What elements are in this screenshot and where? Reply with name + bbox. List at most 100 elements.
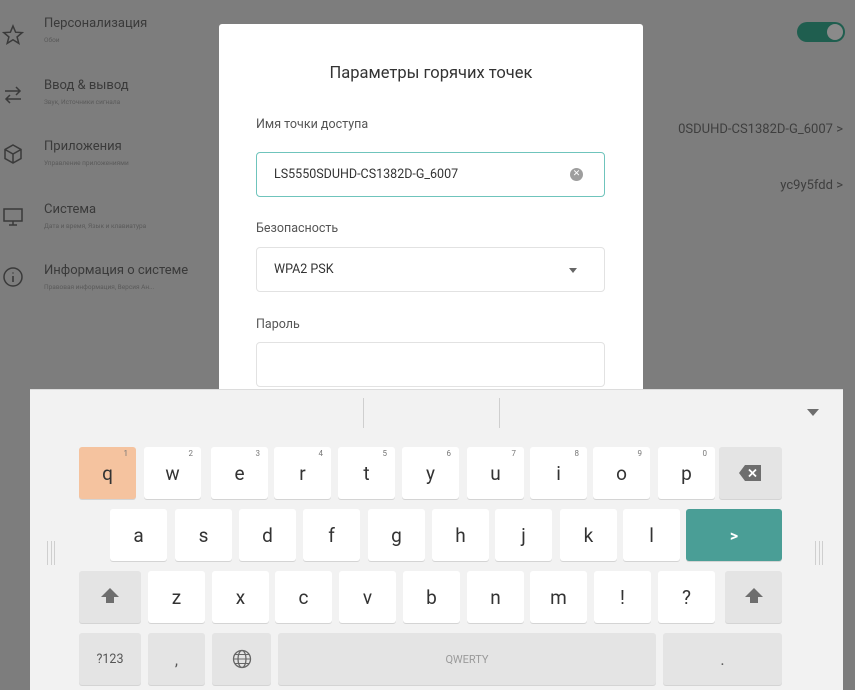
period-key[interactable]: . [663, 633, 782, 685]
key-n[interactable]: n [467, 571, 524, 623]
dialog-title: Параметры горячих точек [329, 64, 533, 83]
hotspot-settings-dialog: Параметры горячих точек Имя точки доступ… [219, 24, 643, 390]
swap-arrows-icon [4, 86, 22, 104]
sidebar-item-system-info[interactable]: Информация о системе Правовая информация… [0, 263, 215, 323]
key-label: r [299, 462, 306, 485]
sidebar-item-title: Персонализация [44, 16, 148, 31]
clear-icon[interactable]: ✕ [570, 168, 583, 181]
suggestion-divider [363, 398, 364, 428]
info-icon [3, 267, 23, 287]
ssid-value: LS5550SDUHD-CS1382D-G_6007 [274, 167, 459, 182]
key-exclamation[interactable]: ! [594, 571, 651, 623]
key-c[interactable]: c [275, 571, 332, 623]
key-w[interactable]: w2 [144, 447, 201, 499]
sidebar-item-subtitle: Обои [44, 36, 60, 44]
key-f[interactable]: f [303, 509, 360, 561]
hotspot-password-row[interactable]: yc9y5fdd > [780, 178, 843, 193]
key-j[interactable]: j [495, 509, 552, 561]
key-i[interactable]: i8 [530, 447, 587, 499]
sidebar-item-title: Информация о системе [44, 263, 189, 278]
key-hint: 6 [446, 449, 452, 458]
key-l[interactable]: l [623, 509, 680, 561]
key-q[interactable]: q1 [79, 447, 136, 499]
key-label: i [556, 462, 561, 485]
key-label: p [681, 462, 692, 485]
key-hint: 1 [123, 449, 129, 458]
key-a[interactable]: a [110, 509, 167, 561]
key-label: u [490, 462, 501, 485]
key-label: w [165, 462, 180, 485]
key-label: q [102, 462, 113, 485]
sidebar-item-subtitle: Звук, Источники сигнала [44, 98, 121, 106]
comma-key[interactable]: , [148, 633, 205, 685]
sidebar-item-title: Приложения [44, 139, 122, 154]
apps-cube-icon [4, 144, 22, 164]
language-key[interactable] [212, 633, 271, 685]
toggle-knob [827, 24, 843, 40]
sidebar-item-personalization[interactable]: Персонализация Обои [0, 16, 215, 76]
key-o[interactable]: o9 [593, 447, 650, 499]
key-hint: 2 [188, 449, 194, 458]
key-m[interactable]: m [530, 571, 587, 623]
key-p[interactable]: p0 [658, 447, 715, 499]
security-dropdown[interactable]: WPA2 PSK [256, 247, 605, 292]
keyboard-left-handle[interactable] [47, 541, 55, 565]
sidebar-item-input-output[interactable]: Ввод & вывод Звук, Источники сигнала [0, 78, 215, 138]
key-d[interactable]: d [239, 509, 296, 561]
symbols-key[interactable]: ?123 [79, 633, 141, 685]
security-label: Безопасность [256, 221, 339, 236]
key-hint: 0 [702, 449, 708, 458]
on-screen-keyboard: q1w2e3r4t5y6u7i8o9p0 asdfghjkl > zxcvbnm… [30, 389, 843, 690]
ssid-label: Имя точки доступа [256, 117, 369, 132]
password-label: Пароль [256, 317, 300, 332]
key-hint: 5 [382, 449, 388, 458]
key-u[interactable]: u7 [467, 447, 524, 499]
key-h[interactable]: h [432, 509, 489, 561]
hotspot-name-row[interactable]: 0SDUHD-CS1382D-G_6007 > [678, 122, 843, 137]
monitor-icon [3, 208, 23, 226]
key-label: e [234, 462, 245, 485]
key-hint: 8 [574, 449, 580, 458]
key-k[interactable]: k [560, 509, 617, 561]
key-hint: 3 [255, 449, 261, 458]
key-label: y [426, 462, 435, 485]
key-x[interactable]: x [212, 571, 269, 623]
sidebar-item-subtitle: Дата и время, Язык и клавиатура [44, 222, 147, 230]
key-g[interactable]: g [368, 509, 425, 561]
ssid-input[interactable]: LS5550SDUHD-CS1382D-G_6007 ✕ [256, 152, 605, 197]
shift-key-right[interactable] [725, 571, 782, 623]
sidebar-item-subtitle: Правовая информация, Версия Ан... [44, 283, 155, 291]
shift-icon [744, 588, 763, 603]
key-y[interactable]: y6 [402, 447, 459, 499]
sidebar-item-system[interactable]: Система Дата и время, Язык и клавиатура [0, 202, 215, 262]
star-icon [2, 24, 24, 46]
key-e[interactable]: e3 [211, 447, 268, 499]
hotspot-toggle[interactable] [797, 22, 845, 42]
hide-keyboard-icon[interactable] [807, 409, 819, 416]
password-input[interactable] [256, 342, 605, 387]
space-key[interactable]: QWERTY [278, 633, 656, 685]
key-v[interactable]: v [339, 571, 396, 623]
enter-key[interactable]: > [686, 509, 782, 561]
shift-key-left[interactable] [79, 571, 141, 623]
keyboard-right-handle[interactable] [815, 541, 823, 565]
key-s[interactable]: s [175, 509, 232, 561]
suggestion-divider [499, 398, 500, 428]
key-z[interactable]: z [148, 571, 205, 623]
key-question[interactable]: ? [658, 571, 715, 623]
key-b[interactable]: b [403, 571, 460, 623]
sidebar-item-title: Система [44, 202, 97, 217]
key-t[interactable]: t5 [338, 447, 395, 499]
key-hint: 4 [318, 449, 324, 458]
backspace-icon [738, 465, 761, 481]
key-hint: 9 [637, 449, 643, 458]
sidebar-item-apps[interactable]: Приложения Управление приложениями [0, 139, 215, 199]
key-label: t [363, 462, 370, 485]
backspace-key[interactable] [719, 447, 782, 499]
key-label: o [616, 462, 627, 485]
hotspot-settings-screen: Персонализация Обои Ввод & вывод Звук, И… [0, 0, 855, 690]
key-r[interactable]: r4 [274, 447, 331, 499]
key-hint: 7 [511, 449, 517, 458]
dropdown-arrow-icon [569, 268, 577, 273]
security-value: WPA2 PSK [274, 262, 334, 277]
